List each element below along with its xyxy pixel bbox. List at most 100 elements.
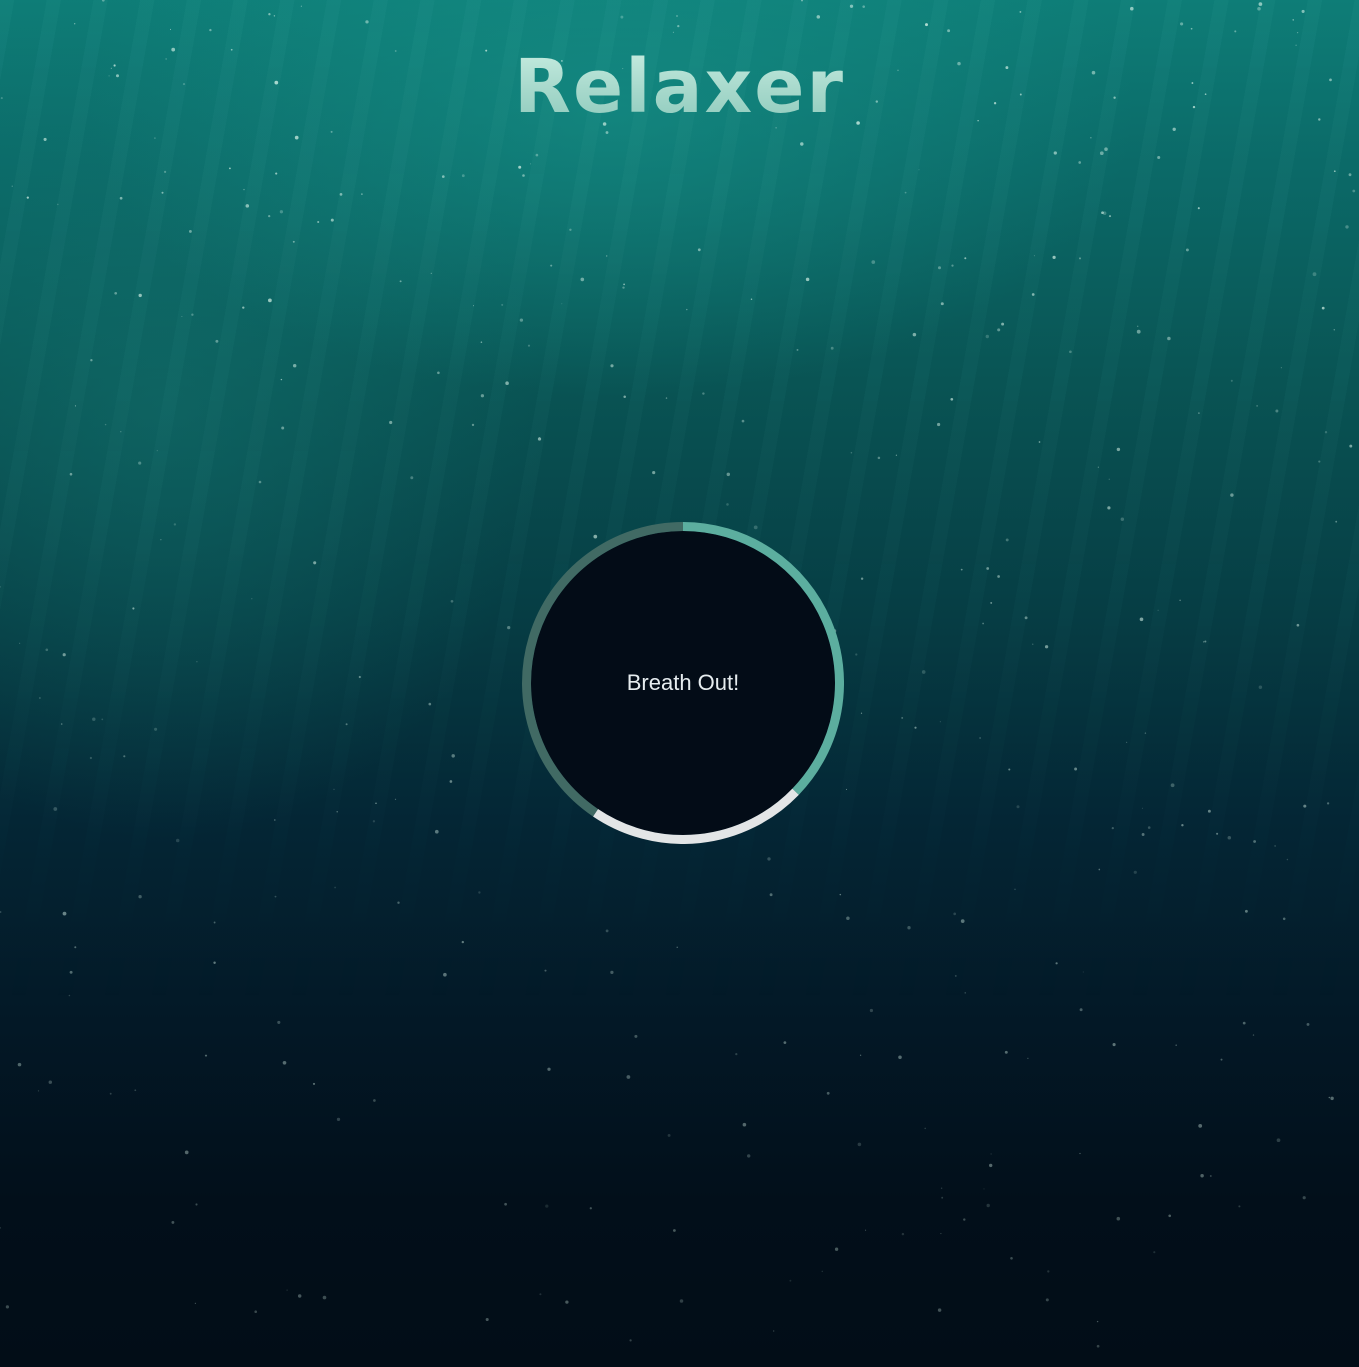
particle bbox=[1052, 255, 1056, 260]
particle bbox=[5, 1305, 10, 1309]
particle bbox=[539, 1293, 542, 1296]
particle bbox=[983, 1188, 985, 1190]
particle bbox=[527, 344, 531, 347]
particle bbox=[1312, 272, 1317, 277]
particle bbox=[171, 1220, 175, 1224]
particle bbox=[1167, 336, 1171, 341]
particle bbox=[986, 567, 990, 570]
particle bbox=[373, 1099, 376, 1102]
particle bbox=[580, 277, 585, 282]
particle bbox=[860, 712, 863, 714]
particle bbox=[1230, 379, 1233, 382]
particle bbox=[1181, 824, 1184, 827]
particle bbox=[1108, 478, 1111, 481]
particle bbox=[1185, 248, 1189, 252]
particle bbox=[1253, 840, 1256, 843]
particle bbox=[161, 191, 164, 194]
particle bbox=[789, 1279, 792, 1282]
particle bbox=[1004, 1050, 1008, 1054]
particle bbox=[623, 395, 626, 398]
particle bbox=[1324, 431, 1328, 434]
particle bbox=[281, 426, 285, 430]
particle bbox=[1207, 809, 1211, 813]
particle bbox=[358, 675, 361, 679]
particle bbox=[679, 1299, 684, 1303]
particle bbox=[60, 723, 63, 725]
particle bbox=[507, 625, 511, 630]
particle bbox=[195, 1203, 198, 1206]
particle bbox=[901, 716, 904, 719]
particle bbox=[1204, 640, 1207, 643]
particle bbox=[254, 1310, 257, 1313]
particle bbox=[399, 280, 402, 283]
particle bbox=[292, 363, 297, 368]
particle bbox=[849, 4, 854, 8]
particle bbox=[138, 461, 142, 465]
particle bbox=[1348, 173, 1352, 177]
particle bbox=[989, 1163, 993, 1168]
particle bbox=[773, 1330, 775, 1332]
particle bbox=[565, 1300, 569, 1304]
particle bbox=[830, 346, 834, 350]
particle bbox=[397, 901, 400, 904]
particle bbox=[372, 820, 376, 823]
particle bbox=[215, 339, 219, 343]
particle bbox=[461, 174, 465, 178]
particle bbox=[1252, 1034, 1255, 1036]
particle bbox=[1133, 870, 1137, 874]
particle bbox=[90, 359, 93, 362]
particle bbox=[74, 405, 77, 407]
particle bbox=[871, 260, 876, 264]
particle bbox=[925, 23, 928, 27]
particle bbox=[251, 598, 253, 600]
particle bbox=[898, 1055, 902, 1060]
particle bbox=[437, 371, 440, 375]
particle bbox=[213, 961, 216, 964]
particle bbox=[518, 165, 522, 169]
particle bbox=[451, 754, 455, 758]
particle bbox=[589, 1207, 592, 1210]
particle bbox=[1032, 643, 1034, 645]
particle bbox=[1180, 22, 1184, 26]
app-title: Relaxer bbox=[0, 44, 1359, 130]
particle bbox=[501, 303, 504, 306]
particle bbox=[62, 653, 66, 657]
particle bbox=[120, 431, 122, 433]
particle bbox=[322, 1295, 327, 1300]
particle bbox=[990, 601, 993, 604]
particle bbox=[623, 283, 625, 286]
particle bbox=[410, 476, 414, 480]
particle bbox=[156, 449, 158, 452]
particle bbox=[1306, 1022, 1310, 1026]
particle bbox=[37, 1090, 40, 1092]
particle bbox=[1019, 10, 1022, 13]
particle bbox=[1008, 768, 1011, 771]
particle bbox=[1296, 31, 1299, 34]
particle bbox=[742, 1122, 747, 1127]
particle bbox=[697, 248, 701, 252]
particle bbox=[480, 341, 483, 343]
particle bbox=[629, 1339, 632, 1342]
particle bbox=[181, 315, 183, 318]
particle bbox=[1238, 1205, 1241, 1208]
particle bbox=[907, 926, 911, 930]
particle bbox=[1053, 151, 1057, 155]
particle bbox=[68, 994, 71, 997]
particle bbox=[279, 210, 284, 214]
particle bbox=[862, 5, 865, 8]
particle bbox=[940, 1187, 943, 1190]
particle bbox=[605, 929, 609, 933]
particle bbox=[914, 726, 917, 729]
particle bbox=[196, 661, 198, 663]
particle bbox=[1055, 962, 1058, 965]
particle bbox=[924, 1127, 926, 1130]
particle bbox=[800, 142, 804, 146]
particle bbox=[184, 1150, 189, 1155]
particle bbox=[1078, 161, 1082, 164]
particle bbox=[1230, 493, 1234, 497]
particle bbox=[1209, 1175, 1212, 1177]
particle bbox=[154, 727, 158, 731]
particle bbox=[1292, 19, 1294, 21]
particle bbox=[1326, 802, 1330, 805]
particle bbox=[937, 1308, 942, 1312]
